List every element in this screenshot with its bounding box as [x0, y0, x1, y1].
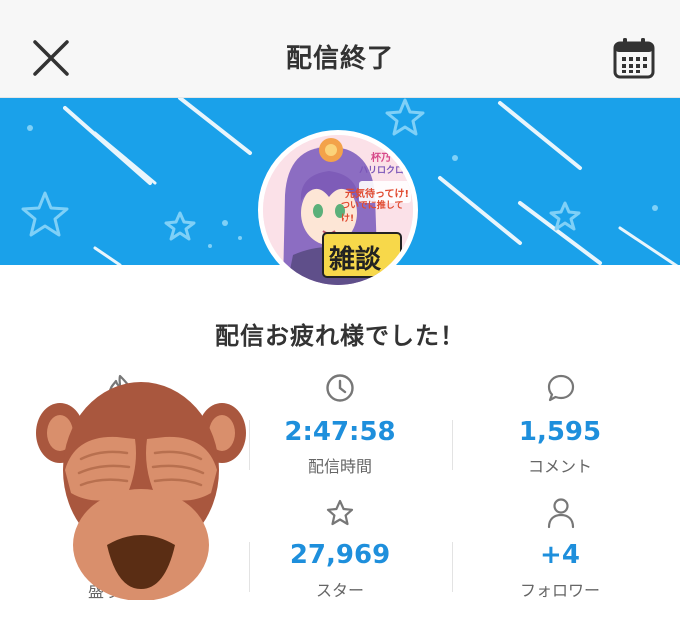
thumbnail-text-line1: 杯乃: [371, 153, 391, 164]
star-icon: [325, 498, 355, 532]
calendar-icon: [613, 38, 655, 79]
stat-label-stars: スター: [315, 581, 364, 600]
column-divider: [452, 420, 453, 470]
comment-icon: [546, 373, 576, 407]
header-bar: 配信終了: [0, 0, 680, 98]
see-no-evil-monkey-icon: [35, 375, 247, 601]
stat-label-comments: コメント: [527, 457, 592, 476]
clock-icon: [325, 373, 355, 407]
stat-value-followers: +4: [540, 540, 580, 570]
thumbnail-badge: 雑談: [329, 245, 382, 275]
person-icon: [546, 497, 576, 533]
column-divider: [452, 542, 453, 592]
stat-value-stars: 27,969: [289, 540, 391, 570]
stream-thumbnail: 杯乃 ハリロクロ 元気待ってけ! ついでに推してけ! 雑談: [258, 130, 418, 290]
thumbnail-text-line2: ハリロクロ: [359, 166, 405, 176]
calendar-button[interactable]: [612, 36, 656, 80]
stat-label-stream-time: 配信時間: [307, 457, 372, 476]
stat-value-comments: 1,595: [518, 417, 602, 447]
stat-value-stream-time: 2:47:58: [284, 417, 396, 447]
page-title: 配信終了: [285, 44, 394, 74]
completion-message: 配信お疲れ様でした！: [215, 322, 465, 350]
thumbnail-text-line4: ついでに推してけ!: [341, 201, 404, 224]
stat-label-followers: フォロワー: [519, 581, 600, 600]
